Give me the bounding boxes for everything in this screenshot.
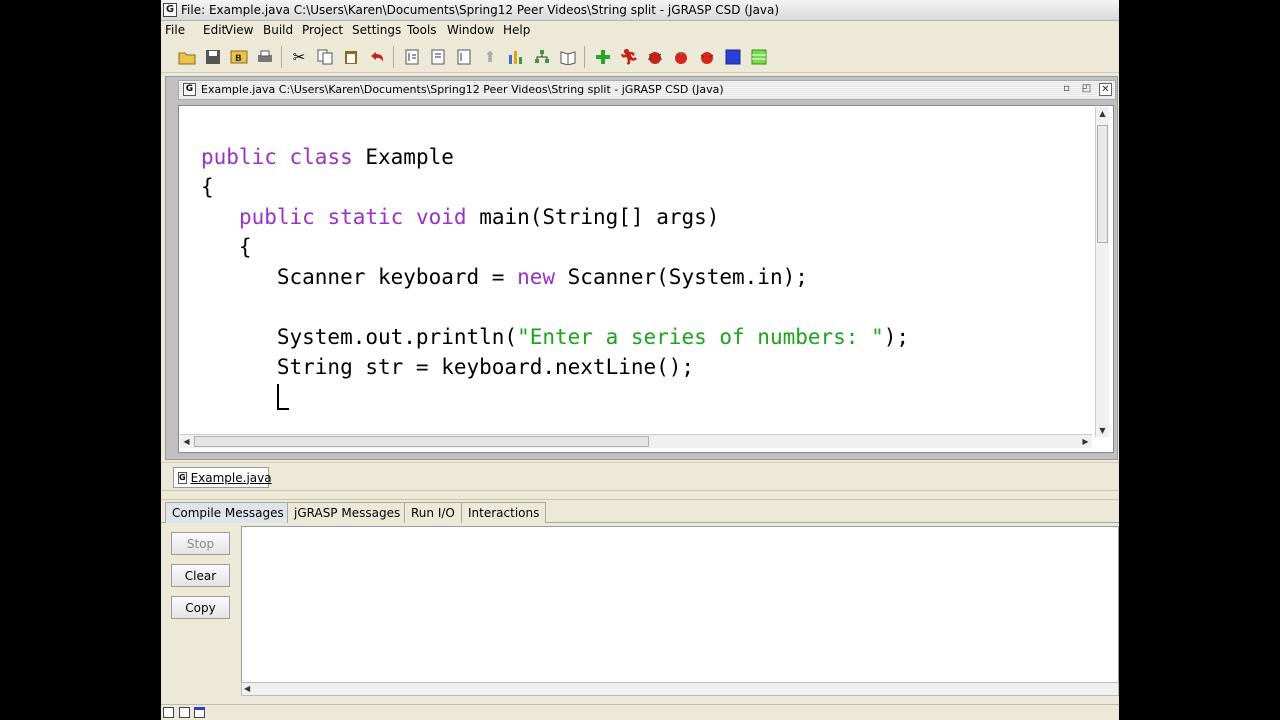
- layout-icon[interactable]: [179, 707, 190, 718]
- tab-compile-messages[interactable]: Compile Messages: [165, 502, 291, 523]
- run-icon[interactable]: 🏃︎: [618, 46, 640, 68]
- menu-window[interactable]: Window: [447, 23, 494, 37]
- tab-run-io[interactable]: Run I/O: [404, 502, 462, 523]
- restore-icon[interactable]: ◰: [1080, 83, 1093, 96]
- fold-icon[interactable]: [453, 46, 475, 68]
- keyword: void: [415, 205, 467, 229]
- scroll-left-icon[interactable]: ◀: [244, 683, 250, 695]
- text-cursor: [276, 384, 289, 410]
- source-code: public class Example { public static voi…: [201, 142, 909, 412]
- scroll-left-icon[interactable]: ◀: [180, 435, 193, 448]
- browse-icon[interactable]: B: [228, 46, 250, 68]
- vertical-scrollbar[interactable]: ▲ ▼: [1095, 107, 1109, 437]
- clear-button[interactable]: Clear: [171, 564, 230, 587]
- menu-project[interactable]: Project: [302, 23, 343, 37]
- apple-debug-icon[interactable]: [696, 46, 718, 68]
- menu-settings[interactable]: Settings: [352, 23, 401, 37]
- code-text: main(String[] args): [466, 205, 720, 229]
- jgrasp-window: G File: Example.java C:\Users\Karen\Docu…: [161, 0, 1119, 720]
- menu-bar: File Edit View Build Project Settings To…: [161, 21, 1119, 41]
- cut-icon[interactable]: ✂: [288, 46, 310, 68]
- tree-icon[interactable]: [531, 46, 553, 68]
- menu-build[interactable]: Build: [263, 23, 293, 37]
- keyword: static: [327, 205, 404, 229]
- scroll-thumb[interactable]: [1097, 125, 1108, 243]
- message-tabs: Compile Messages jGRASP Messages Run I/O…: [161, 502, 1119, 523]
- file-tab-strip: G Example.java: [161, 462, 1119, 490]
- unfold-icon[interactable]: ⬆: [479, 46, 501, 68]
- file-tab-label: Example.java: [190, 470, 272, 485]
- generate-csd-icon[interactable]: [401, 46, 423, 68]
- menu-edit[interactable]: Edit: [203, 23, 226, 37]
- keyword: new: [517, 265, 556, 289]
- copy-icon[interactable]: [314, 46, 336, 68]
- keyword: class: [289, 145, 353, 169]
- menu-view[interactable]: View: [225, 23, 253, 37]
- save-icon[interactable]: [202, 46, 224, 68]
- copy-button[interactable]: Copy: [171, 596, 230, 619]
- code-line: String str = keyboard.nextLine();: [201, 355, 695, 379]
- code-line: {: [201, 235, 252, 259]
- title-bar: G File: Example.java C:\Users\Karen\Docu…: [161, 0, 1119, 21]
- scroll-up-icon[interactable]: ▲: [1096, 107, 1109, 120]
- layout-icon[interactable]: [163, 707, 174, 718]
- open-folder-icon[interactable]: [176, 46, 198, 68]
- editor-title-bar: G Example.java C:\Users\Karen\Documents\…: [178, 80, 1116, 100]
- tab-interactions[interactable]: Interactions: [461, 502, 547, 523]
- code-text: Scanner(System.in);: [555, 265, 808, 289]
- stop-button[interactable]: Stop: [171, 532, 230, 555]
- menu-help[interactable]: Help: [503, 23, 530, 37]
- pane-splitter[interactable]: [161, 490, 1119, 500]
- scroll-down-icon[interactable]: ▼: [1096, 424, 1109, 437]
- scroll-thumb[interactable]: [194, 436, 649, 447]
- blue-square-icon[interactable]: [722, 46, 744, 68]
- minimize-icon[interactable]: ▫: [1060, 83, 1073, 96]
- code-text: Scanner keyboard =: [201, 265, 518, 289]
- string-literal: "Enter a series of numbers: ": [517, 325, 884, 349]
- book-icon[interactable]: [557, 46, 579, 68]
- chart-icon[interactable]: [505, 46, 527, 68]
- debug-icon[interactable]: [644, 46, 666, 68]
- code-line: {: [201, 175, 214, 199]
- keyword: public: [238, 205, 315, 229]
- window-title: File: Example.java C:\Users\Karen\Docume…: [181, 3, 780, 17]
- menu-file[interactable]: File: [165, 23, 185, 37]
- horizontal-scrollbar[interactable]: ◀: [241, 682, 1119, 696]
- toolbar-separator: [281, 46, 282, 68]
- toolbar-separator: [393, 46, 394, 68]
- remove-csd-icon[interactable]: [427, 46, 449, 68]
- document-icon: G: [178, 471, 187, 484]
- print-icon[interactable]: [254, 46, 276, 68]
- document-icon: G: [183, 83, 196, 96]
- close-icon[interactable]: ✕: [1099, 83, 1112, 96]
- tab-jgrasp-messages[interactable]: jGRASP Messages: [287, 502, 408, 523]
- horizontal-scrollbar[interactable]: ◀ ▶: [180, 434, 1092, 448]
- file-tab-example[interactable]: G Example.java: [173, 467, 272, 488]
- undo-icon[interactable]: [366, 46, 388, 68]
- window-icon[interactable]: [194, 707, 205, 718]
- compile-icon[interactable]: [592, 46, 614, 68]
- compile-messages-area[interactable]: [241, 526, 1119, 684]
- code-text: System.out.println(: [201, 325, 518, 349]
- editor-frame: G Example.java C:\Users\Karen\Documents\…: [165, 76, 1118, 460]
- status-bar: [161, 704, 1119, 720]
- code-text: Example: [352, 145, 454, 169]
- svg-text:B: B: [235, 54, 242, 64]
- editor-title: Example.java C:\Users\Karen\Documents\Sp…: [201, 83, 724, 96]
- apple-icon[interactable]: [670, 46, 692, 68]
- toolbar-separator: [584, 46, 585, 68]
- jgrasp-app-icon: G: [163, 3, 177, 17]
- keyword: public: [201, 145, 277, 169]
- toolbar: B ✂ ⬆ 🏃︎: [161, 41, 1119, 73]
- green-square-icon[interactable]: [748, 46, 770, 68]
- message-panel: Stop Clear Copy ◀: [161, 524, 1119, 704]
- code-editor[interactable]: public class Example { public static voi…: [178, 105, 1114, 453]
- scroll-right-icon[interactable]: ▶: [1079, 435, 1092, 448]
- code-text: );: [883, 325, 910, 349]
- paste-icon[interactable]: [340, 46, 362, 68]
- menu-tools[interactable]: Tools: [407, 23, 437, 37]
